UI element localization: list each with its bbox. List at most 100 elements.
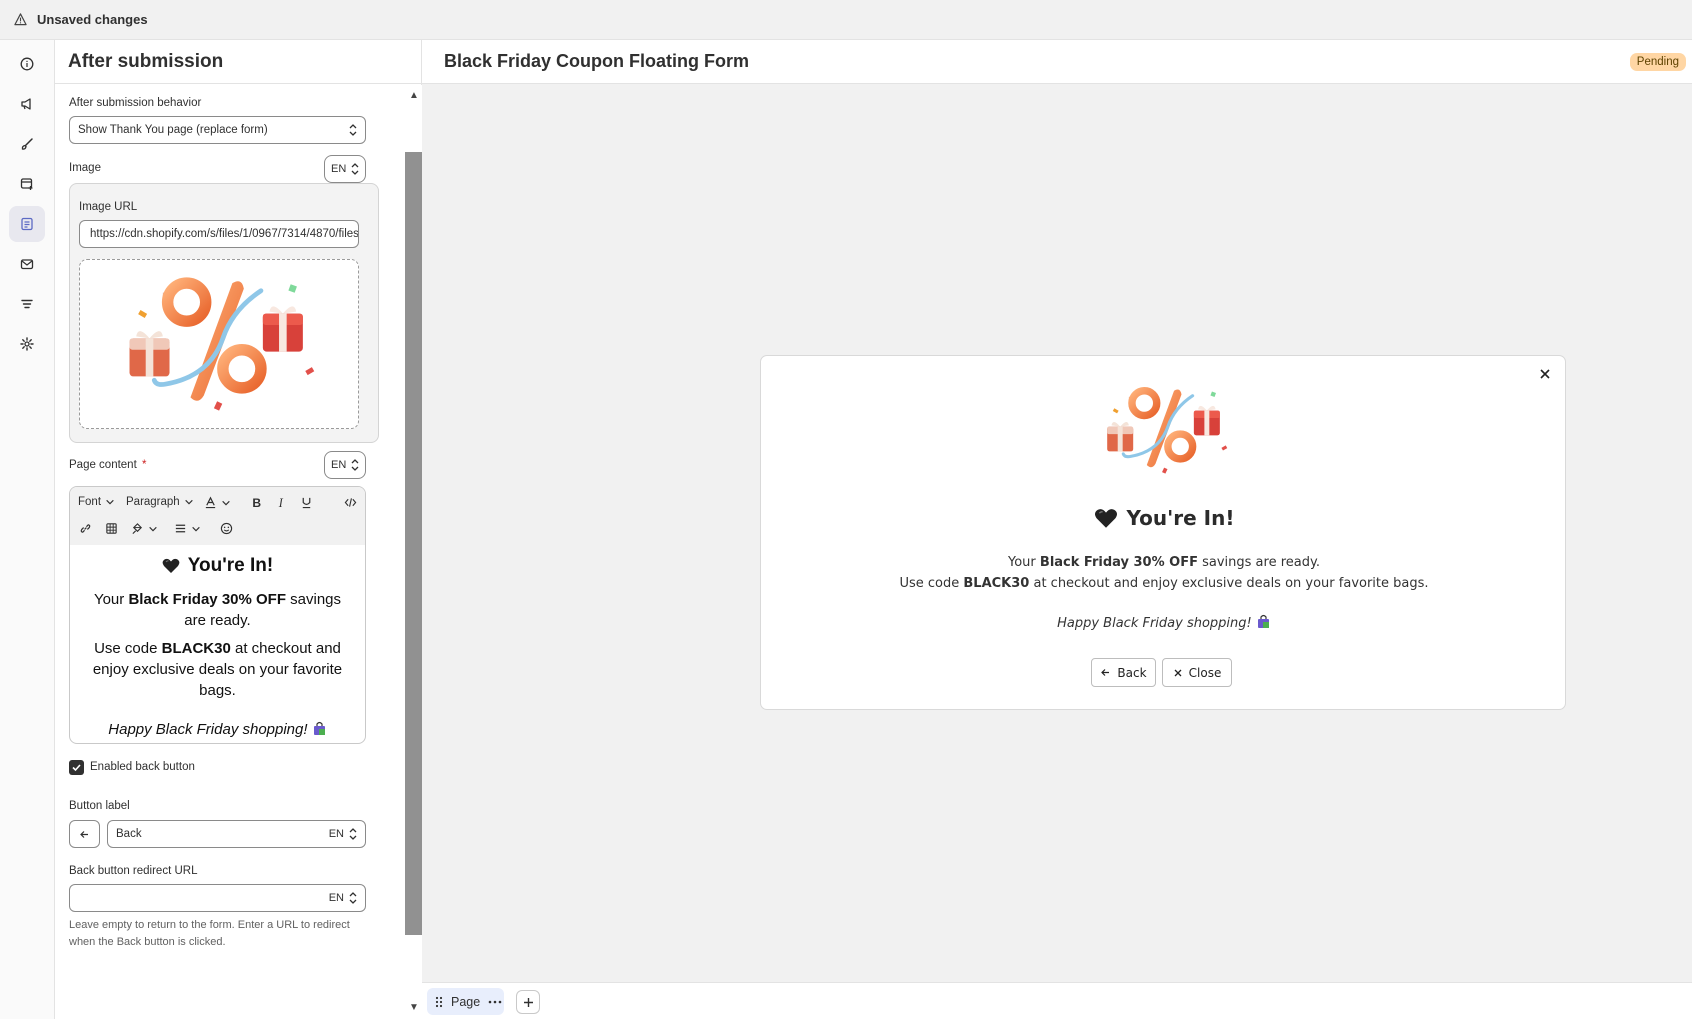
behavior-select[interactable]: Show Thank You page (replace form)	[69, 116, 366, 144]
align-icon	[175, 524, 186, 533]
button-label-input[interactable]: Back EN	[107, 820, 366, 848]
back-button-label: Back	[1117, 665, 1147, 680]
image-label: Image	[69, 162, 101, 174]
underline-button[interactable]	[300, 496, 313, 509]
image-card: Image URL https://cdn.shopify.com/s/file…	[69, 183, 379, 443]
panel-body: After submission behavior Show Thank You…	[55, 85, 405, 1019]
back-arrow-picker[interactable]	[69, 820, 100, 848]
panel-header: After submission	[55, 40, 421, 84]
content-language-select[interactable]: EN	[324, 451, 366, 479]
add-page-button[interactable]	[516, 990, 540, 1014]
select-chevron-icon	[351, 459, 359, 471]
svg-text:B: B	[252, 496, 261, 509]
brush-icon[interactable]	[9, 126, 45, 162]
panel-scrollbar[interactable]: ▲ ▼	[405, 85, 422, 1019]
behavior-label: After submission behavior	[69, 97, 202, 109]
paragraph-dropdown[interactable]: Paragraph	[126, 496, 194, 508]
checkmark-icon	[72, 764, 81, 772]
italic-icon: I	[278, 496, 284, 509]
editor-line-1-pre: Your	[93, 591, 129, 608]
rich-text-editor: Font Paragraph B I You're In! Your Black…	[69, 486, 366, 744]
modal-line-1: Your Black Friday 30% OFF savings are re…	[761, 555, 1567, 570]
email-icon[interactable]	[9, 246, 45, 282]
bold-button[interactable]: B	[250, 496, 263, 509]
redirect-hint: Leave empty to return to the form. Enter…	[69, 919, 350, 948]
shopping-bag-icon	[313, 721, 325, 735]
form-add-icon[interactable]	[9, 166, 45, 202]
language-code: EN	[331, 459, 347, 471]
warning-icon	[14, 13, 27, 26]
font-dropdown[interactable]: Font	[78, 496, 115, 508]
modal-line-1-bold: Black Friday 30% OFF	[1039, 555, 1198, 570]
settings-icon[interactable]	[9, 326, 45, 362]
close-button[interactable]: Close	[1162, 658, 1232, 687]
close-button-label: Close	[1188, 665, 1222, 680]
close-icon[interactable]	[1537, 366, 1553, 382]
link-icon	[80, 524, 91, 533]
text-color-button[interactable]	[204, 496, 231, 509]
editor-heading: You're In!	[82, 555, 353, 577]
page-content-label: Page content *	[69, 459, 146, 471]
page-tab-label: Page	[451, 994, 481, 1009]
arrow-left-icon	[1101, 669, 1110, 676]
filter-icon[interactable]	[9, 286, 45, 322]
preview-area: Black Friday Coupon Floating Form Pendin…	[422, 40, 1692, 1019]
form-title: Black Friday Coupon Floating Form	[444, 51, 750, 71]
image-url-label: Image URL	[79, 201, 138, 213]
chevron-down-icon	[149, 526, 157, 531]
editor-content[interactable]: You're In! Your Black Friday 30% OFF sav…	[70, 545, 365, 743]
image-dropzone[interactable]	[79, 259, 359, 429]
modal-closing-line: Happy Black Friday shopping!	[761, 614, 1567, 631]
drag-handle-icon[interactable]	[435, 996, 443, 1008]
promo-image	[1101, 380, 1231, 482]
bold-icon: B	[252, 496, 261, 509]
megaphone-icon[interactable]	[9, 86, 45, 122]
scrollbar-thumb[interactable]	[405, 152, 422, 935]
paragraph-dropdown-label: Paragraph	[126, 496, 180, 508]
heart-icon	[1094, 508, 1117, 528]
chevron-down-icon	[184, 499, 193, 505]
thank-you-modal: You're In! Your Black Friday 30% OFF sav…	[760, 355, 1566, 710]
enable-back-checkbox[interactable]	[69, 760, 84, 775]
link-button[interactable]	[79, 522, 92, 535]
image-language-select[interactable]: EN	[324, 155, 366, 183]
arrow-left-icon	[80, 830, 88, 838]
page-tab[interactable]: Page	[427, 988, 504, 1015]
button-label-label: Button label	[69, 800, 130, 812]
italic-button[interactable]: I	[275, 496, 288, 509]
language-code: EN	[328, 828, 344, 840]
editor-line-2: Use code BLACK30 at checkout and enjoy e…	[82, 638, 353, 701]
language-code: EN	[331, 163, 347, 175]
close-icon	[1174, 669, 1182, 676]
code-view-button[interactable]	[344, 496, 357, 509]
more-options-icon[interactable]	[488, 1000, 502, 1004]
page-content-label-text: Page content	[69, 459, 137, 471]
editor-line-2-bold: BLACK30	[161, 640, 231, 657]
plus-icon	[523, 997, 533, 1007]
after-submission-icon[interactable]	[9, 206, 45, 242]
page-bar: Page	[422, 982, 1692, 1019]
align-button[interactable]	[174, 522, 201, 535]
emoji-button[interactable]	[220, 522, 233, 535]
modal-line-2: Use code BLACK30 at checkout and enjoy e…	[761, 576, 1567, 591]
emoji-icon	[220, 522, 233, 535]
fill-color-button[interactable]	[131, 522, 158, 535]
preview-header: Black Friday Coupon Floating Form Pendin…	[422, 40, 1692, 84]
font-dropdown-label: Font	[78, 496, 102, 508]
select-chevron-icon	[349, 892, 357, 904]
info-icon[interactable]	[9, 46, 45, 82]
status-badge: Pending	[1629, 52, 1686, 71]
editor-line-1: Your Black Friday 30% OFF savings are re…	[82, 589, 353, 631]
back-button[interactable]: Back	[1091, 658, 1156, 687]
behavior-select-value: Show Thank You page (replace form)	[78, 124, 268, 136]
redirect-url-input[interactable]: EN	[69, 884, 366, 912]
scroll-down-icon[interactable]: ▼	[409, 1002, 419, 1013]
modal-line-1-post: savings are ready.	[1197, 555, 1320, 570]
table-button[interactable]	[105, 522, 118, 535]
scroll-up-icon[interactable]: ▲	[409, 90, 419, 101]
text-color-icon	[205, 496, 216, 509]
code-icon	[344, 498, 357, 507]
language-code: EN	[328, 892, 344, 904]
underline-icon	[302, 497, 311, 509]
image-url-input[interactable]: https://cdn.shopify.com/s/files/1/0967/7…	[79, 220, 359, 248]
